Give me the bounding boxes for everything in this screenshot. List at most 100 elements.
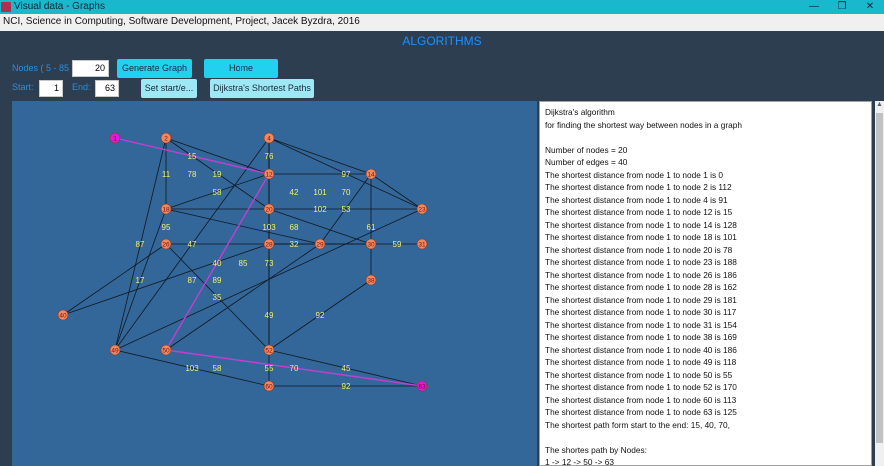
output-line: The shortest distance from node 1 to nod… (545, 257, 737, 267)
edge-weight-label: 35 (213, 293, 222, 302)
output-line: The shortest distance from node 1 to nod… (545, 357, 737, 367)
edge-weight-label: 45 (342, 364, 351, 373)
output-line: The shortest distance from node 1 to nod… (545, 394, 737, 405)
edge-weight-label: 101 (313, 188, 327, 197)
graph-node-label: 49 (111, 348, 119, 355)
output-line: Number of nodes = 20 (545, 144, 628, 155)
output-line: The shortest distance from node 1 to nod… (545, 332, 737, 342)
graph-edge (268, 137, 372, 175)
end-label: End: (72, 82, 91, 92)
results-scrollbar[interactable]: ▲ (875, 101, 884, 466)
graph-node-label: 4 (267, 136, 271, 143)
edge-weight-label: 78 (188, 170, 197, 179)
set-start-end-button[interactable]: Set start/e... (141, 79, 197, 98)
edge-weight-label: 89 (213, 276, 222, 285)
graph-node-label: 60 (265, 384, 273, 391)
end-node-input[interactable]: 63 (95, 80, 119, 97)
output-line: The shortest distance from node 1 to nod… (545, 294, 737, 305)
edge-weight-label: 17 (136, 276, 145, 285)
output-line: The shortest distance from node 1 to nod… (545, 182, 732, 192)
edge-weight-label: 95 (162, 223, 171, 232)
graph-edge (165, 137, 270, 175)
generate-graph-button[interactable]: Generate Graph (117, 59, 192, 78)
output-line: The shortest distance from node 1 to nod… (545, 244, 733, 255)
close-button[interactable]: ✕ (856, 0, 884, 14)
scroll-up-arrow-icon[interactable]: ▲ (875, 101, 884, 111)
graph-svg: 1511 78 1958769742 101 70102 5361103 689587 47 3… (57, 132, 428, 392)
graph-node-label: 52 (265, 348, 273, 355)
graph-node-label: 2 (164, 136, 168, 143)
graph-node-label: 18 (162, 207, 170, 214)
graph-node-label: 23 (418, 207, 426, 214)
edge-weight-label: 103 (262, 223, 276, 232)
edge-weight-label: 87 (136, 240, 145, 249)
graph-node-label: 50 (162, 348, 170, 355)
graph-node-label: 30 (367, 242, 375, 249)
edge-weight-label: 70 (290, 364, 299, 373)
start-label: Start: (12, 82, 34, 92)
edge-weight-label: 40 (213, 259, 222, 268)
app-icon (1, 2, 11, 12)
output-line: The shortest distance from node 1 to nod… (545, 369, 733, 380)
graph-canvas[interactable]: 15 11 78 19 58 76 97 42 101 70 102 53 61 103 68 95 87 47 3… (12, 101, 537, 466)
graph-node-label: 40 (59, 313, 67, 320)
menu-bar: NCI, Science in Computing, Software Deve… (0, 14, 884, 31)
output-line: The shortest distance from node 1 to nod… (545, 194, 728, 205)
nodes-count-input[interactable]: 20 (72, 60, 109, 77)
edge-weight-label: 47 (188, 240, 197, 249)
output-line: for finding the shortest way between nod… (545, 119, 742, 130)
results-text: Dijkstra's algorithm for finding the shor… (540, 102, 871, 466)
maximize-button[interactable]: ❐ (828, 0, 856, 14)
edge-weight-label: 61 (367, 223, 376, 232)
edge-weight-label: 87 (188, 276, 197, 285)
edge-weight-label: 73 (265, 259, 274, 268)
edge-weight-label: 53 (342, 205, 351, 214)
title-bar: Visual data - Graphs — ❐ ✕ (0, 0, 884, 14)
edge-weight-label: 58 (213, 188, 222, 197)
edge-weight-label: 103 (185, 364, 199, 373)
edge-weight-label: 102 (313, 205, 327, 214)
output-line: The shortest distance from node 1 to nod… (545, 344, 737, 355)
graph-node-label: 29 (316, 242, 324, 249)
output-line: Number of edges = 40 (545, 157, 628, 167)
graph-node-label: 20 (265, 207, 273, 214)
edge-weight-label: 59 (393, 240, 402, 249)
home-button[interactable]: Home (204, 59, 278, 78)
output-line: The shortest distance from node 1 to nod… (545, 382, 737, 392)
edge-weight-label: 92 (316, 311, 325, 320)
edge-weight-label: 11 (162, 170, 171, 179)
edge-weight-label: 19 (213, 170, 222, 179)
output-line: The shortest distance from node 1 to nod… (545, 307, 737, 317)
edge-weight-label: 76 (265, 152, 274, 161)
output-line: 1 -> 12 -> 50 -> 63 (545, 457, 614, 466)
edge-weight-label: 68 (290, 223, 299, 232)
output-line: The shortest distance from node 1 to nod… (545, 282, 737, 292)
graph-node-label: 31 (418, 242, 426, 249)
scroll-thumb[interactable] (876, 113, 883, 443)
graph-edge (62, 243, 167, 316)
graph-node-label: 63 (418, 384, 426, 391)
graph-node-label: 1 (113, 136, 117, 143)
edge-weight-label: 70 (342, 188, 351, 197)
author-credit: NCI, Science in Computing, Software Deve… (3, 16, 360, 27)
edge-weight-label: 55 (265, 364, 274, 373)
minimize-button[interactable]: — (800, 0, 828, 14)
edge-weight-label: 97 (342, 170, 351, 179)
graph-edge (370, 173, 423, 210)
graph-node-label: 14 (367, 172, 375, 179)
results-output[interactable]: Dijkstra's algorithm for finding the shor… (539, 101, 872, 466)
edge-weight-label: 58 (213, 364, 222, 373)
edge-weight-label: 92 (342, 382, 351, 391)
nodes-label: Nodes ( 5 - 85 ) (12, 63, 75, 73)
graph-node-label: 12 (265, 172, 273, 179)
dijkstra-button[interactable]: Dijkstra's Shortest Paths (210, 79, 314, 98)
graph-node-label: 26 (162, 242, 170, 249)
edge-weight-label: 15 (188, 152, 197, 161)
edge-weight-label: 42 (290, 188, 299, 197)
output-line: The shortest distance from node 1 to nod… (545, 319, 737, 330)
page-title: ALGORITHMS (402, 34, 482, 48)
start-node-input[interactable]: 1 (39, 80, 63, 97)
output-line: The shortest distance from node 1 to nod… (545, 219, 737, 230)
